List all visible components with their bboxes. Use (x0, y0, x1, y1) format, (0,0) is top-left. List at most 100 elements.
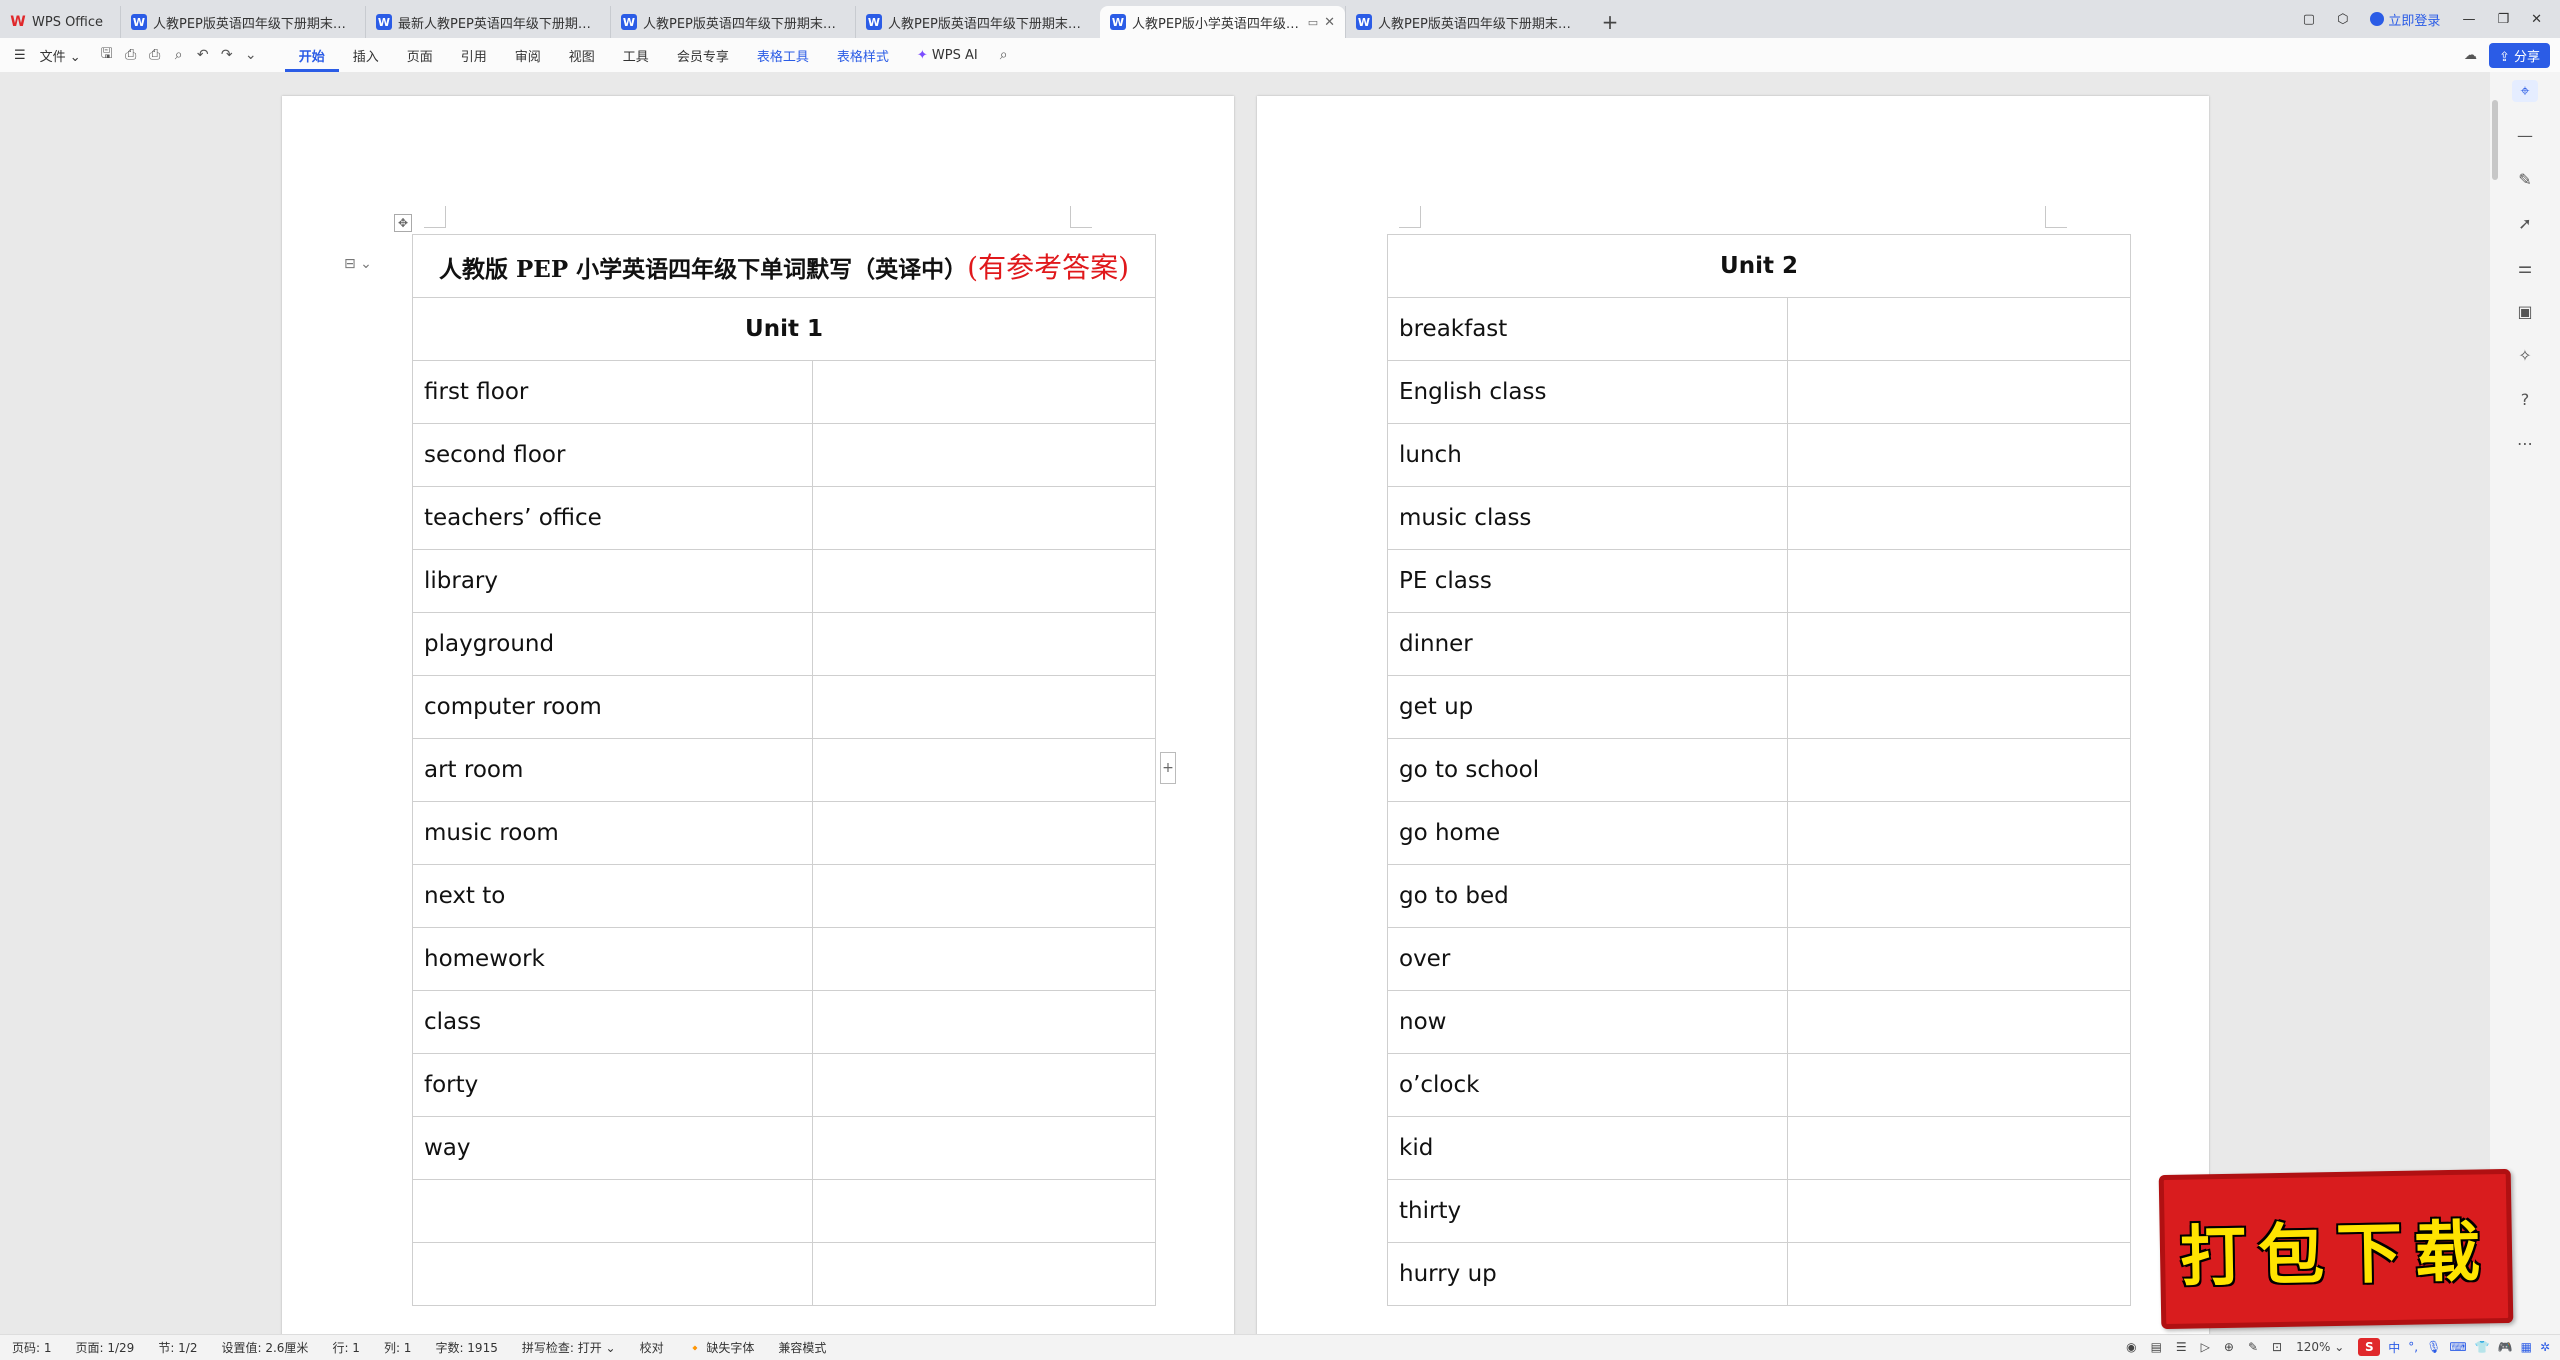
tab-document[interactable]: W 人教PEP版英语四年级下册期末复习专项 (610, 6, 855, 38)
answer-cell[interactable] (1787, 675, 2131, 739)
magic-tool-icon[interactable]: ✧ (2512, 344, 2538, 366)
answer-cell[interactable] (812, 990, 1156, 1054)
word-cell[interactable]: teachers’ office (412, 486, 813, 550)
word-cell[interactable]: playground (412, 612, 813, 676)
word-cell[interactable]: now (1387, 990, 1788, 1054)
answer-cell[interactable] (1787, 423, 2131, 487)
close-icon[interactable]: ✕ (1324, 15, 1335, 30)
answer-cell[interactable] (812, 423, 1156, 487)
word-cell[interactable]: breakfast (1387, 297, 1788, 361)
answer-cell[interactable] (1787, 1242, 2131, 1306)
menu-item-insert[interactable]: 插入 (339, 46, 393, 65)
answer-cell[interactable] (812, 801, 1156, 865)
document-page-2[interactable]: Unit 2 breakfast English class lunch music … (1257, 96, 2209, 1334)
vertical-scrollbar[interactable] (2492, 100, 2498, 180)
answer-cell[interactable] (812, 1053, 1156, 1117)
download-promo-badge[interactable]: 打包下载 (2158, 1168, 2514, 1330)
word-cell[interactable]: dinner (1387, 612, 1788, 676)
answer-cell[interactable] (1787, 927, 2131, 991)
menu-item-view[interactable]: 视图 (555, 46, 609, 65)
word-cell[interactable]: hurry up (1387, 1242, 1788, 1306)
redo-icon[interactable]: ↷ (215, 47, 239, 63)
tab-document[interactable]: W 人教PEP版英语四年级下册期末复习专项 (120, 6, 365, 38)
word-cell[interactable]: music class (1387, 486, 1788, 550)
menu-item-member[interactable]: 会员专享 (663, 46, 743, 65)
hamburger-menu-icon[interactable]: ☰ (0, 48, 40, 63)
status-word-count[interactable]: 字数: 1915 (423, 1339, 509, 1356)
select-cursor-icon[interactable]: ➚ (2512, 212, 2538, 234)
add-column-button[interactable]: + (1160, 752, 1176, 784)
tab-wps-home[interactable]: W WPS Office (0, 6, 120, 38)
word-cell[interactable]: art room (412, 738, 813, 802)
word-cell[interactable]: second floor (412, 423, 813, 487)
menu-item-home[interactable]: 开始 (284, 46, 339, 72)
title-cell[interactable]: 人教版 PEP 小学英语四年级下单词默写（英译中）(有参考答案) (412, 234, 1156, 298)
collapse-icon[interactable]: — (2512, 124, 2538, 146)
help-icon[interactable]: ? (2512, 388, 2538, 410)
word-cell[interactable]: music room (412, 801, 813, 865)
minimize-icon[interactable]: — (2462, 12, 2475, 27)
menu-item-review[interactable]: 审阅 (501, 46, 555, 65)
answer-cell[interactable] (812, 927, 1156, 991)
answer-cell[interactable] (1787, 297, 2131, 361)
window-layout-icon[interactable]: ▢ (2303, 12, 2315, 27)
answer-cell[interactable] (812, 864, 1156, 928)
menu-item-page[interactable]: 页面 (393, 46, 447, 65)
word-cell[interactable]: class (412, 990, 813, 1054)
print-preview-icon[interactable]: ⌕ (167, 47, 191, 63)
search-icon[interactable]: ⌕ (992, 47, 1016, 63)
word-cell[interactable]: kid (1387, 1116, 1788, 1180)
word-cell[interactable]: lunch (1387, 423, 1788, 487)
restore-icon[interactable]: ❐ (2497, 12, 2509, 27)
image-tool-icon[interactable]: ▣ (2512, 300, 2538, 322)
status-spell-check[interactable]: 拼写检查: 打开 ⌄ (510, 1339, 628, 1356)
word-cell[interactable]: PE class (1387, 549, 1788, 613)
answer-cell[interactable] (1787, 360, 2131, 424)
input-method-bar[interactable]: S 中 °, 🎙 ⌨ 👕 🎮 ▦ ✲ (2358, 1338, 2550, 1356)
save-icon[interactable]: 🖫 (95, 43, 119, 67)
outline-view-icon[interactable]: ☰ (2176, 1340, 2187, 1354)
tab-document[interactable]: W 最新人教PEP英语四年级下册期末复习 (365, 6, 610, 38)
status-missing-font[interactable]: 🔸 缺失字体 (676, 1339, 767, 1356)
word-cell[interactable]: homework (412, 927, 813, 991)
status-position[interactable]: 设置值: 2.6厘米 (209, 1339, 320, 1356)
answer-cell[interactable] (1787, 990, 2131, 1054)
unit-heading[interactable]: Unit 2 (1387, 234, 2131, 298)
new-tab-button[interactable]: + (1590, 6, 1630, 38)
tab-document[interactable]: W 人教PEP版英语四年级下册期末复习专项 (855, 6, 1100, 38)
file-menu[interactable]: 文件 ⌄ (40, 46, 95, 65)
status-page-code[interactable]: 页码: 1 (0, 1339, 64, 1356)
tab-document[interactable]: W 人教PEP版英语四年级下册期末复习专项 (1345, 6, 1590, 38)
status-compat-mode[interactable]: 兼容模式 (766, 1339, 838, 1356)
wps-ai-button[interactable]: ✦ WPS AI (903, 48, 992, 63)
answer-cell[interactable] (812, 549, 1156, 613)
answer-cell[interactable] (1787, 612, 2131, 676)
word-cell[interactable]: o’clock (1387, 1053, 1788, 1117)
word-cell[interactable]: forty (412, 1053, 813, 1117)
word-cell[interactable]: next to (412, 864, 813, 928)
word-cell[interactable]: library (412, 549, 813, 613)
login-button[interactable]: 立即登录 (2370, 10, 2440, 29)
word-cell[interactable]: go home (1387, 801, 1788, 865)
adjust-icon[interactable]: ⚌ (2512, 256, 2538, 278)
answer-cell[interactable] (812, 1242, 1156, 1306)
status-proofread[interactable]: 校对 (628, 1339, 676, 1356)
status-page[interactable]: 页面: 1/29 (64, 1339, 147, 1356)
answer-cell[interactable] (1787, 1179, 2131, 1243)
answer-cell[interactable] (812, 486, 1156, 550)
page-view-icon[interactable]: ▤ (2151, 1340, 2162, 1354)
word-cell[interactable]: over (1387, 927, 1788, 991)
answer-cell[interactable] (812, 738, 1156, 802)
export-pdf-icon[interactable]: ⎙ (119, 47, 143, 63)
word-cell[interactable] (412, 1179, 813, 1243)
answer-cell[interactable] (1787, 864, 2131, 928)
answer-cell[interactable] (1787, 549, 2131, 613)
location-pin-icon[interactable]: ⌖ (2512, 80, 2538, 102)
answer-cell[interactable] (1787, 486, 2131, 550)
document-workspace[interactable]: ✥ ⊟ ⌄ 人教版 PEP 小学英语四年级下单词默写（英译中）(有参考答案) U… (0, 72, 2490, 1334)
play-icon[interactable]: ▷ (2201, 1340, 2210, 1354)
more-icon[interactable]: ⋯ (2512, 432, 2538, 454)
word-cell[interactable]: get up (1387, 675, 1788, 739)
word-cell[interactable]: computer room (412, 675, 813, 739)
answer-cell[interactable] (812, 1179, 1156, 1243)
